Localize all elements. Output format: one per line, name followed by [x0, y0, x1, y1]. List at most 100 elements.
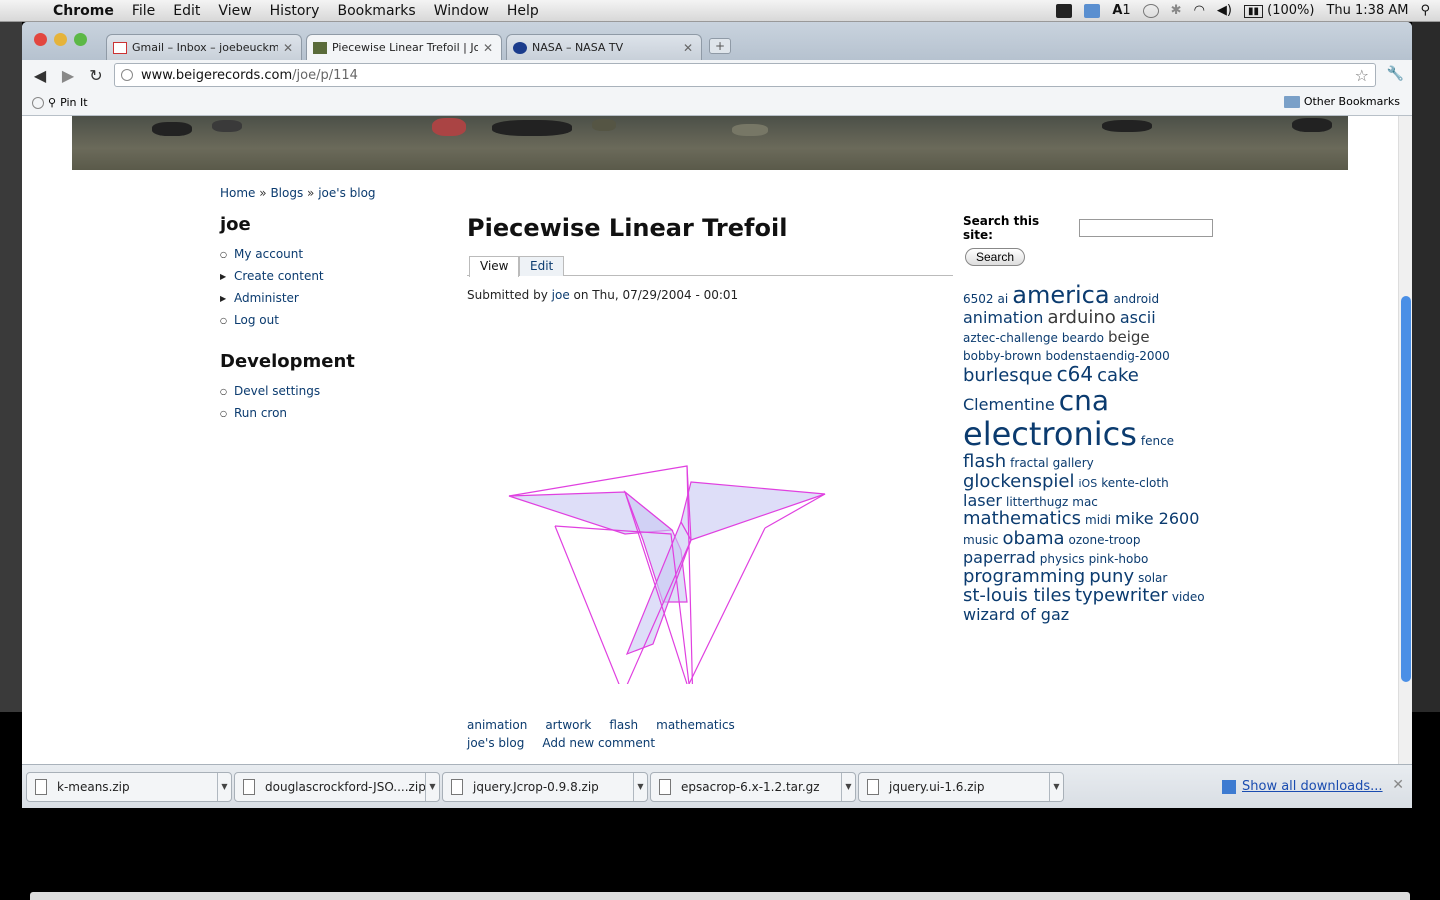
tag-link[interactable]: kente-cloth — [1101, 476, 1169, 490]
other-bookmarks[interactable]: Other Bookmarks — [1283, 95, 1400, 108]
tag-link[interactable]: ozone-troop — [1069, 533, 1141, 547]
dropbox-icon[interactable] — [1084, 3, 1101, 18]
menu-item-my-account[interactable]: ○ My account — [220, 243, 440, 265]
menu-item-run-cron[interactable]: ○ Run cron — [220, 402, 440, 424]
menu-window[interactable]: Window — [425, 3, 498, 19]
tag-link[interactable]: physics — [1040, 552, 1085, 566]
tag-link[interactable]: solar — [1138, 571, 1167, 585]
add-comment-link[interactable]: Add new comment — [542, 736, 655, 750]
tag-link[interactable]: flash — [963, 452, 1006, 472]
term-link[interactable]: artwork — [545, 718, 591, 732]
back-button[interactable]: ◀ — [26, 66, 54, 85]
tag-link[interactable]: cna — [1059, 385, 1109, 417]
download-item[interactable]: k-means.zip ▼ — [26, 772, 232, 802]
tag-link[interactable]: ascii — [1120, 309, 1156, 327]
tab-nasa-tv[interactable]: NASA – NASA TV ✕ — [506, 34, 702, 60]
tag-link[interactable]: electronics — [963, 416, 1137, 452]
minimize-window-button[interactable] — [54, 33, 67, 46]
menu-link[interactable]: Create content — [234, 269, 324, 283]
adobe-updater-icon[interactable]: A1 — [1112, 3, 1130, 18]
tag-link[interactable]: aztec-challenge — [963, 331, 1058, 345]
tag-link[interactable]: obama — [1002, 529, 1064, 549]
chevron-down-icon[interactable]: ▼ — [1049, 773, 1063, 801]
tag-link[interactable]: typewriter — [1075, 586, 1168, 606]
tag-link[interactable]: wizard of gaz — [963, 606, 1069, 624]
tag-link[interactable]: Clementine — [963, 396, 1055, 414]
scrollbar-thumb[interactable] — [1401, 296, 1411, 682]
tag-link[interactable]: programming — [963, 566, 1085, 587]
tag-link[interactable]: iOS — [1078, 477, 1097, 490]
clock[interactable]: Thu 1:38 AM — [1326, 3, 1408, 18]
tag-link[interactable]: mathematics — [963, 509, 1081, 529]
term-link[interactable]: flash — [609, 718, 638, 732]
close-tab-icon[interactable]: ✕ — [683, 41, 693, 55]
menu-item-create-content[interactable]: ▶ Create content — [220, 265, 440, 287]
page-info-icon[interactable] — [121, 69, 133, 81]
tag-link[interactable]: mac — [1072, 495, 1098, 509]
bookmark-star-icon[interactable]: ☆ — [1355, 66, 1369, 85]
tag-link[interactable]: music — [963, 533, 998, 547]
tag-link[interactable]: gallery — [1053, 456, 1094, 470]
breadcrumb-joes-blog[interactable]: joe's blog — [318, 186, 375, 200]
tag-link[interactable]: video — [1172, 591, 1205, 604]
menu-link[interactable]: My account — [234, 247, 303, 261]
tag-link[interactable]: glockenspiel — [963, 472, 1074, 492]
tag-link[interactable]: arduino — [1047, 308, 1115, 328]
tag-link[interactable]: mike 2600 — [1115, 510, 1199, 528]
menu-bookmarks[interactable]: Bookmarks — [328, 3, 424, 19]
tag-link[interactable]: animation — [963, 309, 1043, 327]
search-input[interactable] — [1079, 219, 1213, 237]
breadcrumb-home[interactable]: Home — [220, 186, 255, 200]
battery-indicator[interactable]: ▮▮ (100%) — [1244, 3, 1314, 18]
download-item[interactable]: jquery.ui-1.6.zip ▼ — [858, 772, 1064, 802]
tag-link[interactable]: c64 — [1057, 363, 1093, 385]
tag-link[interactable]: st-louis tiles — [963, 586, 1071, 606]
blog-link[interactable]: joe's blog — [467, 736, 524, 750]
menu-history[interactable]: History — [261, 3, 329, 19]
tag-link[interactable]: bodenstaendig-2000 — [1045, 349, 1169, 363]
menu-link[interactable]: Log out — [234, 313, 279, 327]
wrench-menu-icon[interactable]: 🔧 — [1387, 66, 1404, 82]
menu-link[interactable]: Administer — [234, 291, 299, 305]
search-button[interactable]: Search — [965, 248, 1026, 266]
term-link[interactable]: mathematics — [656, 718, 735, 732]
author-link[interactable]: joe — [552, 288, 570, 302]
new-tab-button[interactable]: + — [709, 38, 731, 54]
bluetooth-icon[interactable]: ✱ — [1171, 3, 1182, 18]
tag-link[interactable]: 6502 — [963, 292, 994, 306]
tag-link[interactable]: ai — [998, 292, 1009, 306]
spotlight-search-icon[interactable]: ⚲ — [1420, 3, 1430, 18]
menu-view[interactable]: View — [209, 3, 260, 19]
tag-link[interactable]: pink-hobo — [1089, 552, 1149, 566]
tag-link[interactable]: android — [1114, 292, 1160, 306]
tag-link[interactable]: fence — [1141, 434, 1174, 448]
menu-chrome[interactable]: Chrome — [44, 3, 123, 19]
zoom-window-button[interactable] — [74, 33, 87, 46]
close-icon[interactable]: ✕ — [1392, 777, 1404, 793]
tag-link[interactable]: america — [1012, 282, 1109, 309]
term-link[interactable]: animation — [467, 718, 527, 732]
volume-icon[interactable]: ◀) — [1217, 3, 1232, 18]
chevron-down-icon[interactable]: ▼ — [633, 773, 647, 801]
tab-edit[interactable]: Edit — [519, 256, 565, 276]
tag-link[interactable]: puny — [1089, 566, 1134, 587]
close-window-button[interactable] — [34, 33, 47, 46]
tab-piecewise-linear-trefoil[interactable]: Piecewise Linear Trefoil | Joe ✕ — [306, 34, 502, 60]
chevron-down-icon[interactable]: ▼ — [217, 773, 231, 801]
chevron-down-icon[interactable]: ▼ — [841, 773, 855, 801]
tag-link[interactable]: laser — [963, 492, 1002, 510]
menu-link[interactable]: Run cron — [234, 406, 287, 420]
tag-link[interactable]: beardo — [1062, 331, 1104, 345]
tab-gmail[interactable]: Gmail – Inbox – joebeuckma ✕ — [106, 34, 302, 60]
forward-button[interactable]: ▶ — [54, 66, 82, 85]
menu-edit[interactable]: Edit — [164, 3, 209, 19]
tag-link[interactable]: litterthugz — [1006, 495, 1068, 509]
page-scrollbar[interactable] — [1398, 116, 1412, 764]
download-item[interactable]: douglascrockford-JSO....zip ▼ — [234, 772, 440, 802]
tab-view[interactable]: View — [469, 256, 520, 277]
tag-link[interactable]: midi — [1085, 514, 1111, 527]
menu-item-log-out[interactable]: ○ Log out — [220, 309, 440, 331]
menu-file[interactable]: File — [123, 3, 164, 19]
menu-help[interactable]: Help — [498, 3, 548, 19]
address-bar[interactable]: www.beigerecords.com/joe/p/114 ☆ — [114, 63, 1376, 87]
